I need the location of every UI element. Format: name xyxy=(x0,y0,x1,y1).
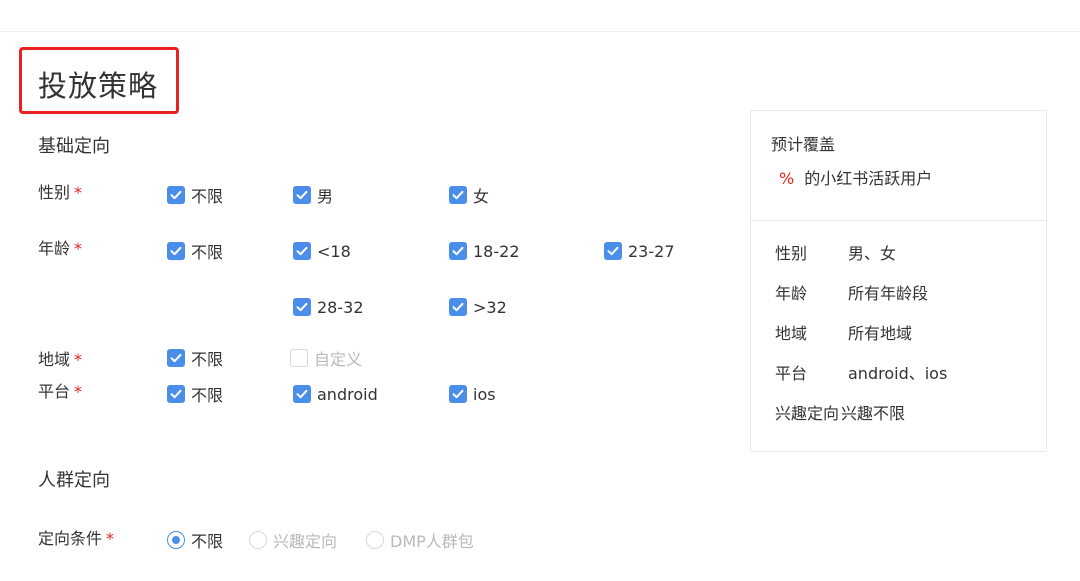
required-mark: * xyxy=(74,382,83,401)
checkmark-icon[interactable] xyxy=(167,349,185,367)
required-mark: * xyxy=(74,239,83,258)
radio-dot-icon[interactable] xyxy=(167,531,185,549)
checkmark-icon[interactable] xyxy=(604,242,622,260)
summary-percent: % xyxy=(779,169,795,188)
platform-option-unlimited[interactable]: 不限 xyxy=(167,383,223,405)
gender-option-male[interactable]: 男 xyxy=(293,184,333,206)
age-option-28-32[interactable]: 28-32 xyxy=(293,296,364,318)
checkmark-icon[interactable] xyxy=(293,298,311,316)
age-option-unlimited[interactable]: 不限 xyxy=(167,240,223,262)
checkmark-icon[interactable] xyxy=(449,385,467,403)
age-label: 年龄 * xyxy=(38,239,83,258)
condition-option-interest[interactable]: 兴趣定向 xyxy=(249,529,337,551)
region-label: 地域 * xyxy=(38,350,83,369)
condition-label: 定向条件 * xyxy=(38,529,115,548)
summary-row-gender: 性别 男、女 xyxy=(775,244,897,263)
checkmark-icon[interactable] xyxy=(293,186,311,204)
checkmark-icon[interactable] xyxy=(167,385,185,403)
checkmark-icon[interactable] xyxy=(167,186,185,204)
section-title-base: 基础定向 xyxy=(38,136,110,157)
summary-divider xyxy=(751,220,1046,221)
summary-row-interest: 兴趣定向 兴趣不限 xyxy=(775,404,906,423)
age-option-under-18[interactable]: <18 xyxy=(293,240,351,262)
section-title-crowd: 人群定向 xyxy=(38,470,110,491)
summary-coverage-line: % 的小红书活跃用户 xyxy=(779,168,932,190)
top-divider xyxy=(0,31,1080,32)
summary-row-region: 地域 所有地域 xyxy=(775,324,913,343)
region-option-custom[interactable]: 自定义 xyxy=(290,347,362,369)
gender-option-female[interactable]: 女 xyxy=(449,184,489,206)
required-mark: * xyxy=(106,529,115,548)
checkmark-icon[interactable] xyxy=(449,298,467,316)
platform-option-android[interactable]: android xyxy=(293,383,378,405)
required-mark: * xyxy=(74,350,83,369)
age-option-over-32[interactable]: >32 xyxy=(449,296,507,318)
platform-option-ios[interactable]: ios xyxy=(449,383,496,405)
age-option-23-27[interactable]: 23-27 xyxy=(604,240,675,262)
summary-suffix: 的小红书活跃用户 xyxy=(804,169,933,188)
checkmark-icon[interactable] xyxy=(449,186,467,204)
gender-option-unlimited[interactable]: 不限 xyxy=(167,184,223,206)
radio-empty-icon[interactable] xyxy=(366,531,384,549)
required-mark: * xyxy=(74,183,83,202)
summary-row-age: 年龄 所有年龄段 xyxy=(775,284,929,303)
page-title: 投放策略 xyxy=(38,69,159,103)
platform-label: 平台 * xyxy=(38,382,83,401)
checkmark-icon[interactable] xyxy=(167,242,185,260)
gender-label: 性别 * xyxy=(38,183,83,202)
summary-row-platform: 平台 android、ios xyxy=(775,364,948,383)
age-option-18-22[interactable]: 18-22 xyxy=(449,240,520,262)
checkmark-icon[interactable] xyxy=(293,385,311,403)
empty-checkbox-icon[interactable] xyxy=(290,349,308,367)
checkmark-icon[interactable] xyxy=(449,242,467,260)
region-option-unlimited[interactable]: 不限 xyxy=(167,347,223,369)
checkmark-icon[interactable] xyxy=(293,242,311,260)
coverage-summary-panel: 预计覆盖 % 的小红书活跃用户 性别 男、女 年龄 所有年龄段 地域 所有地域 平台 a… xyxy=(750,110,1047,452)
condition-option-unlimited[interactable]: 不限 xyxy=(167,529,223,551)
radio-empty-icon[interactable] xyxy=(249,531,267,549)
condition-option-dmp[interactable]: DMP人群包 xyxy=(366,529,474,551)
summary-title: 预计覆盖 xyxy=(771,135,836,154)
